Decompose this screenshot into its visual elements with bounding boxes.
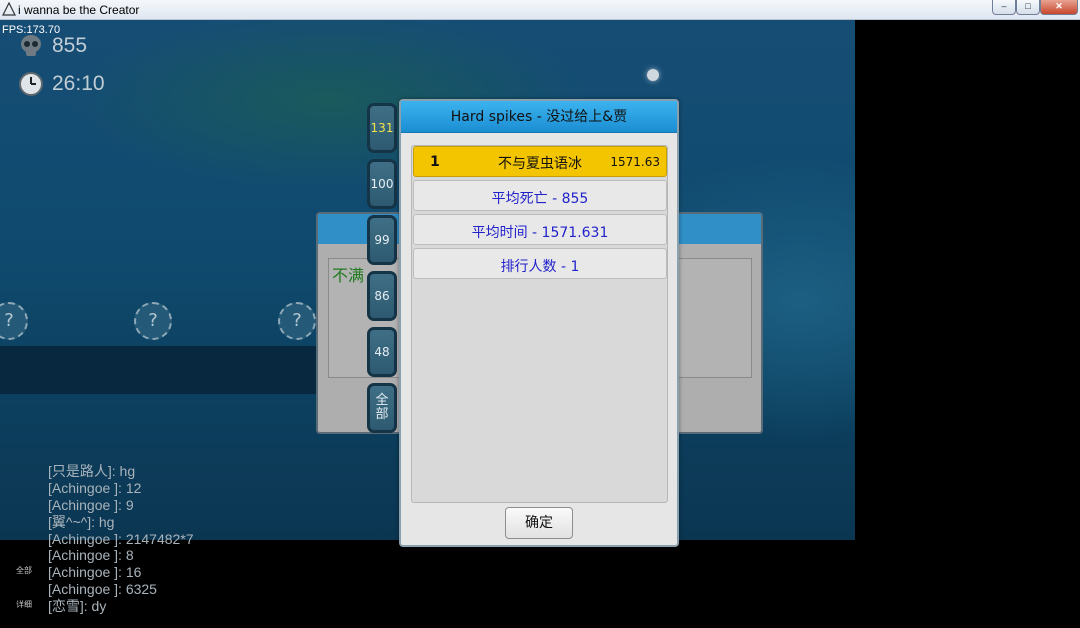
tab-label-bottom: 部 bbox=[375, 407, 389, 422]
chat-message: [Achingoe ]: 16 bbox=[48, 564, 142, 581]
triangle-icon bbox=[2, 2, 16, 16]
moon-light bbox=[647, 69, 659, 81]
chat-message: [恋雪]: dy bbox=[48, 598, 107, 615]
tab-86[interactable]: 86 bbox=[367, 271, 397, 321]
tab-label: 86 bbox=[374, 289, 390, 303]
tab-label: 48 bbox=[374, 345, 390, 359]
chat-message: [Achingoe ]: 9 bbox=[48, 496, 134, 513]
chat-message: [Achingoe ]: 6325 bbox=[48, 581, 157, 598]
ranking-list: 1 不与夏虫语冰 1571.63 平均死亡 - 855 平均时间 - 1571.… bbox=[411, 145, 668, 503]
tab-48[interactable]: 48 bbox=[367, 327, 397, 377]
chat-message: [Achingoe ]: 12 bbox=[48, 479, 142, 496]
tab-100[interactable]: 100 bbox=[367, 159, 397, 209]
confirm-button[interactable]: 确定 bbox=[505, 507, 573, 539]
tab-label: 99 bbox=[374, 233, 390, 247]
stat-row-rank-count: 排行人数 - 1 bbox=[413, 248, 667, 279]
death-count: 855 bbox=[52, 34, 88, 57]
ranking-dialog: Hard spikes - 没过给上&贾 1 不与夏虫语冰 1571.63 平均… bbox=[399, 99, 679, 547]
stat-text: 排行人数 - 1 bbox=[500, 259, 580, 275]
chat-log: [只是路人]: hg [Achingoe ]: 12 [Achingoe ]: … bbox=[48, 463, 194, 615]
close-button[interactable]: ✕ bbox=[1040, 0, 1078, 15]
elapsed-time: 26:10 bbox=[52, 72, 105, 95]
window-title-bar: i wanna be the Creator – □ ✕ bbox=[0, 0, 1080, 20]
ranking-row-top[interactable]: 1 不与夏虫语冰 1571.63 bbox=[413, 146, 667, 177]
chat-filter-detail[interactable]: 详细 bbox=[16, 599, 32, 610]
clock-icon bbox=[19, 72, 43, 96]
stat-text: 平均死亡 - 855 bbox=[491, 191, 589, 207]
chat-message: [翼^~^]: hg bbox=[48, 513, 115, 530]
letterbox-right bbox=[855, 20, 1080, 540]
skull-icon bbox=[21, 35, 41, 56]
tab-label-top: 全 bbox=[375, 393, 389, 408]
tab-131[interactable]: 131 bbox=[367, 103, 397, 153]
player-name: 不与夏虫语冰 bbox=[498, 156, 582, 172]
tab-99[interactable]: 99 bbox=[367, 215, 397, 265]
unknown-level-icon[interactable]: ? bbox=[134, 302, 172, 340]
tab-label: 100 bbox=[370, 177, 394, 191]
stat-row-avg-deaths: 平均死亡 - 855 bbox=[413, 180, 667, 211]
tab-all[interactable]: 全 部 bbox=[367, 383, 397, 433]
chat-message: [只是路人]: hg bbox=[48, 463, 136, 479]
unknown-level-icon[interactable]: ? bbox=[278, 302, 316, 340]
dialog-title: Hard spikes - 没过给上&贾 bbox=[401, 101, 677, 133]
maximize-button[interactable]: □ bbox=[1016, 0, 1040, 15]
dark-platform bbox=[0, 346, 330, 394]
unknown-level-icon[interactable]: ? bbox=[0, 302, 28, 340]
chat-message: [Achingoe ]: 8 bbox=[48, 547, 134, 564]
rank-number: 1 bbox=[430, 154, 440, 170]
stat-text: 平均时间 - 1571.631 bbox=[471, 225, 609, 241]
background-dialog-text: 不满 bbox=[332, 266, 365, 285]
chat-message: [Achingoe ]: 2147482*7 bbox=[48, 530, 194, 547]
tab-label: 131 bbox=[370, 121, 394, 135]
chat-filter-all[interactable]: 全部 bbox=[16, 565, 32, 576]
stat-row-avg-time: 平均时间 - 1571.631 bbox=[413, 214, 667, 245]
player-score: 1571.63 bbox=[610, 155, 660, 169]
window-title: i wanna be the Creator bbox=[18, 3, 140, 17]
minimize-button[interactable]: – bbox=[992, 0, 1016, 15]
